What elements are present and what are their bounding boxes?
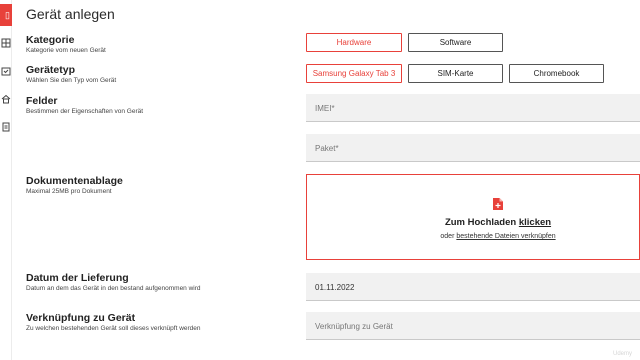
section-heading: Dokumentenablage	[26, 175, 123, 187]
imei-field[interactable]: IMEI*	[306, 94, 640, 122]
grid-icon[interactable]	[1, 38, 11, 48]
nav-rail: ▯	[0, 0, 12, 360]
watermark: Udemy	[612, 351, 632, 357]
section-subtitle: Zu welchen bestehenden Gerät soll dieses…	[26, 325, 201, 332]
delivery-date-field[interactable]: 01.11.2022	[306, 273, 640, 301]
paket-field[interactable]: Paket*	[306, 134, 640, 162]
section-subtitle: Maximal 25MB pro Dokument	[26, 188, 112, 195]
upload-prefix: Zum Hochladen	[444, 217, 519, 228]
section-heading: Verknüpfung zu Gerät	[26, 312, 136, 324]
upload-dropzone[interactable]: Zum Hochladen klicken oder bestehende Da…	[306, 174, 640, 260]
option-chromebook[interactable]: Chromebook	[509, 64, 604, 83]
section-lieferung: Datum der Lieferung Datum an dem das Ger…	[26, 272, 201, 293]
section-felder: Felder Bestimmen der Eigenschaften von G…	[26, 95, 143, 116]
device-link-field[interactable]: Verknüpfung zu Gerät	[306, 312, 640, 340]
file-upload-icon	[493, 197, 503, 210]
section-subtitle: Bestimmen der Eigenschaften von Gerät	[26, 108, 144, 115]
option-samsung-galaxy-tab-3[interactable]: Samsung Galaxy Tab 3	[306, 64, 402, 83]
option-hardware[interactable]: Hardware	[306, 33, 402, 52]
page-title: Gerät anlegen	[26, 6, 115, 22]
section-heading: Kategorie	[26, 34, 75, 46]
option-sim-karte[interactable]: SIM-Karte	[408, 64, 503, 83]
section-geraetetyp: Gerätetyp Wählen Sie den Typ vom Gerät	[26, 64, 116, 85]
upload-click-link[interactable]: klicken	[519, 217, 551, 228]
section-kategorie: Kategorie Kategorie vom neuen Gerät	[26, 34, 106, 55]
document-icon[interactable]	[1, 122, 11, 132]
section-heading: Gerätetyp	[26, 64, 76, 76]
section-heading: Felder	[26, 95, 58, 107]
option-software[interactable]: Software	[408, 33, 503, 52]
upload-alternative: oder bestehende Dateien verknüpfen	[307, 233, 640, 240]
device-check-icon[interactable]	[1, 66, 11, 76]
section-heading: Datum der Lieferung	[26, 272, 129, 284]
link-existing-files-link[interactable]: bestehende Dateien verknüpfen	[456, 233, 555, 240]
section-subtitle: Datum an dem das Gerät in den bestand au…	[26, 285, 201, 292]
section-subtitle: Wählen Sie den Typ vom Gerät	[26, 77, 117, 84]
section-dokumente: Dokumentenablage Maximal 25MB pro Dokume…	[26, 175, 123, 196]
upload-instruction: Zum Hochladen klicken	[307, 217, 640, 228]
upload-alt-prefix: oder	[440, 233, 457, 240]
section-subtitle: Kategorie vom neuen Gerät	[26, 47, 106, 54]
section-verknuepfung: Verknüpfung zu Gerät Zu welchen bestehen…	[26, 312, 201, 333]
home-icon[interactable]	[1, 94, 11, 104]
app-logo-icon[interactable]: ▯	[0, 4, 12, 26]
